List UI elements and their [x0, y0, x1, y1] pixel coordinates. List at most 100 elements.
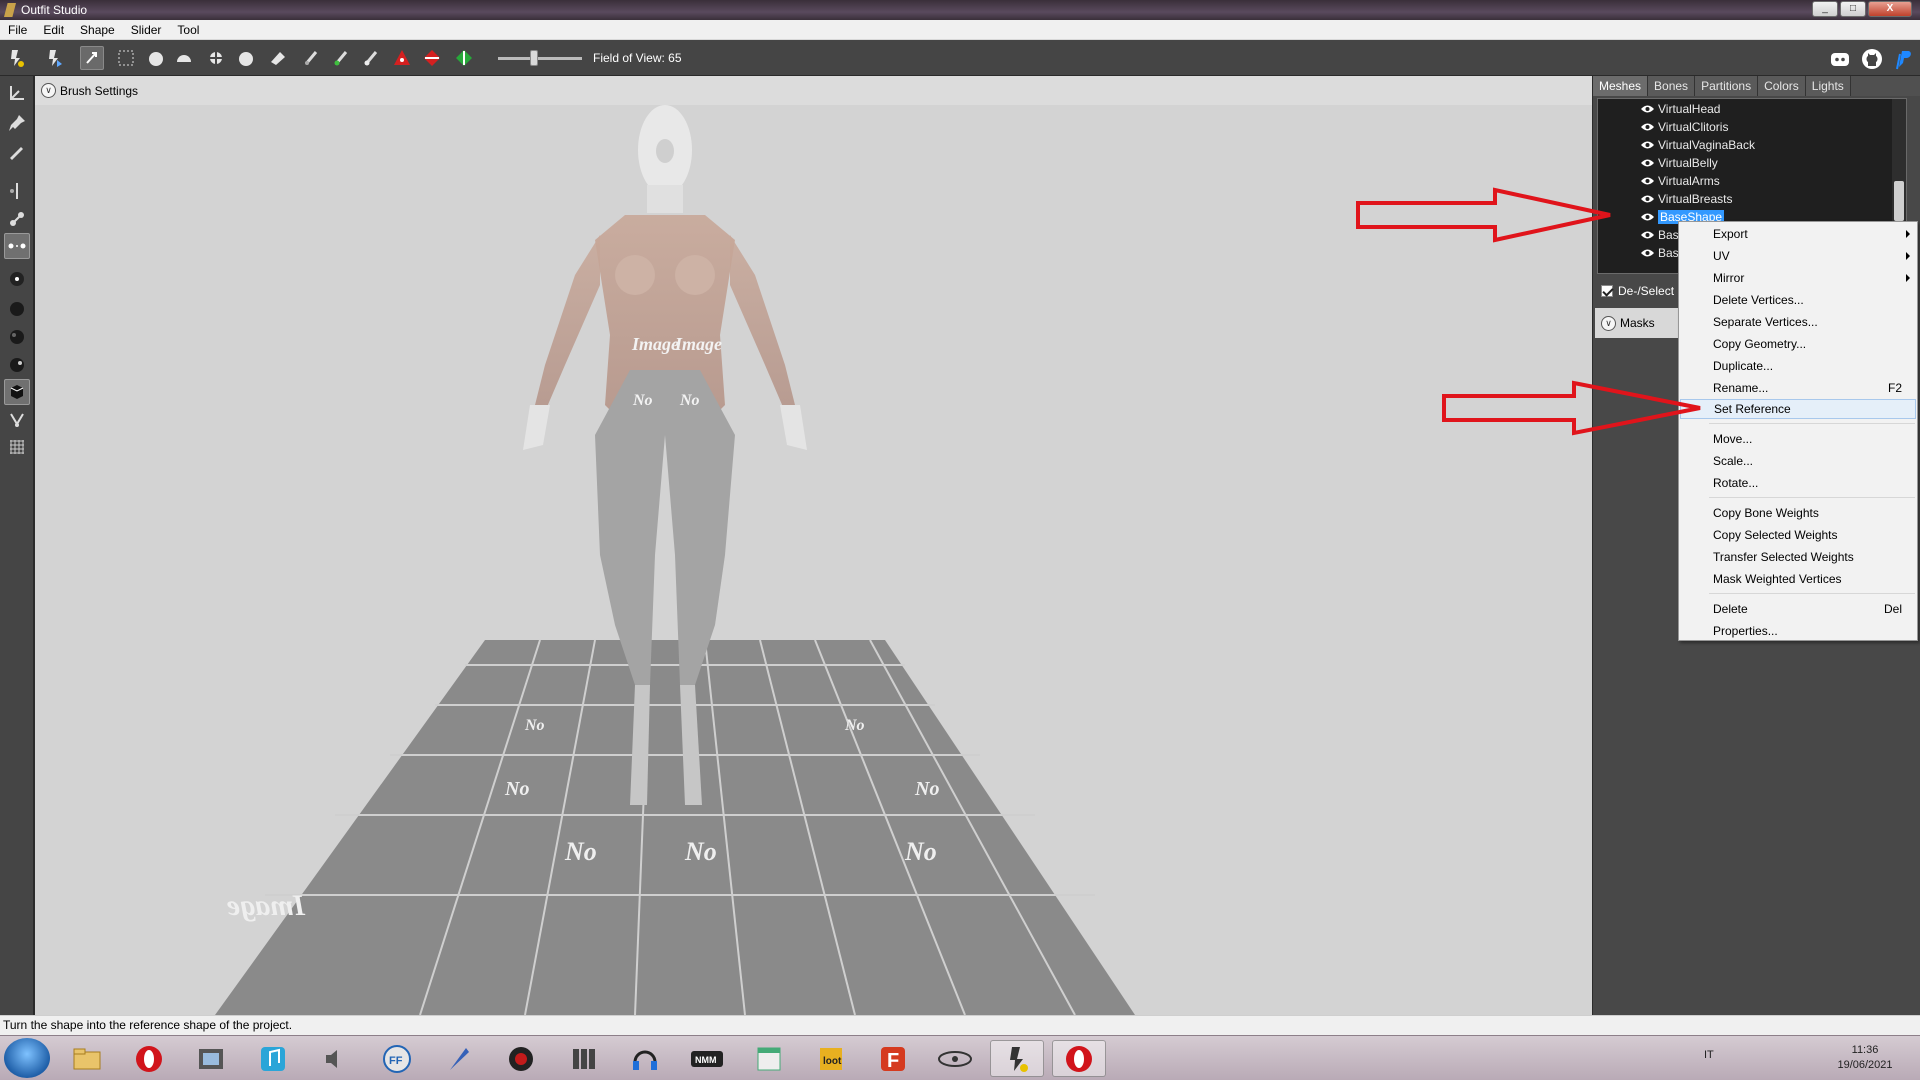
headphones-icon[interactable]	[618, 1040, 672, 1077]
deselect-checkbox[interactable]	[1601, 285, 1613, 297]
eye-icon[interactable]	[1640, 122, 1655, 132]
wire-sphere-icon[interactable]	[4, 324, 30, 350]
menu-file[interactable]: File	[0, 23, 35, 37]
menu-item-separate-vertices[interactable]: Separate Vertices...	[1680, 312, 1916, 332]
select-tool-icon[interactable]	[80, 46, 104, 70]
opera-taskbar-icon[interactable]	[1052, 1040, 1106, 1077]
transform-tool-icon[interactable]	[114, 46, 138, 70]
connected-only-icon[interactable]	[4, 206, 30, 232]
menu-item-mask-weighted-vertices[interactable]: Mask Weighted Vertices	[1680, 569, 1916, 589]
chevron-down-icon[interactable]: ∨	[41, 83, 56, 98]
media-player-icon[interactable]	[184, 1040, 238, 1077]
menu-item-delete-vertices[interactable]: Delete Vertices...	[1680, 290, 1916, 310]
grid-icon[interactable]	[4, 434, 30, 460]
menu-item-uv[interactable]: UV	[1680, 246, 1916, 266]
menu-item-move[interactable]: Move...	[1680, 429, 1916, 449]
eye-icon[interactable]	[1640, 230, 1655, 240]
menu-item-copy-selected-weights[interactable]: Copy Selected Weights	[1680, 525, 1916, 545]
clock[interactable]: 11:36 19/06/2021	[1830, 1043, 1900, 1073]
paypal-icon[interactable]	[1893, 48, 1915, 70]
mesh-item[interactable]: VirtualClitoris	[1640, 118, 1728, 136]
undiff-brush-icon[interactable]	[266, 46, 290, 70]
mesh-item[interactable]: VirtualHead	[1640, 100, 1720, 118]
menu-edit[interactable]: Edit	[35, 23, 72, 37]
github-icon[interactable]	[1861, 48, 1883, 70]
mesh-item[interactable]: VirtualVaginaBack	[1640, 136, 1755, 154]
menu-item-copy-bone-weights[interactable]: Copy Bone Weights	[1680, 503, 1916, 523]
split-edge-icon[interactable]	[452, 46, 476, 70]
bone-icon[interactable]	[4, 407, 30, 433]
deselect-checkbox-row[interactable]: De-/Select S	[1601, 284, 1685, 298]
alpha-brush-icon[interactable]	[360, 46, 384, 70]
window-app-icon[interactable]	[742, 1040, 796, 1077]
minimize-button[interactable]: _	[1812, 1, 1838, 17]
explorer-icon[interactable]	[60, 1040, 114, 1077]
menu-item-properties[interactable]: Properties...	[1680, 621, 1916, 641]
mask-brush-icon[interactable]	[144, 46, 168, 70]
menu-item-delete[interactable]: Delete Del	[1680, 599, 1916, 619]
f-app-icon[interactable]: F	[866, 1040, 920, 1077]
sphere-icon[interactable]	[4, 296, 30, 322]
load-outfit-icon[interactable]	[42, 46, 66, 70]
eye-icon[interactable]	[1640, 104, 1655, 114]
menu-item-mirror[interactable]: Mirror	[1680, 268, 1916, 288]
loot-icon[interactable]: loot	[804, 1040, 858, 1077]
mesh-item[interactable]: VirtualArms	[1640, 172, 1720, 190]
feather-icon[interactable]	[432, 1040, 486, 1077]
eye-icon[interactable]	[1640, 176, 1655, 186]
ffdec-icon[interactable]: FF	[370, 1040, 424, 1077]
move-brush-icon[interactable]	[204, 46, 228, 70]
mesh-item[interactable]: VirtualBreasts	[1640, 190, 1732, 208]
global-brush-icon[interactable]	[4, 233, 30, 259]
pin-icon[interactable]	[4, 110, 30, 136]
inflate-brush-icon[interactable]	[172, 46, 196, 70]
start-button[interactable]	[4, 1038, 50, 1078]
maximize-button[interactable]: □	[1840, 1, 1866, 17]
fov-slider-thumb[interactable]	[530, 50, 538, 66]
tab-bones[interactable]: Bones	[1648, 76, 1696, 96]
cube-icon[interactable]	[4, 379, 30, 405]
mirror-x-icon[interactable]	[4, 178, 30, 204]
menu-item-rename[interactable]: Rename... F2	[1680, 378, 1916, 398]
pen-icon[interactable]	[4, 138, 30, 164]
menu-slider[interactable]: Slider	[123, 23, 170, 37]
eye-icon[interactable]	[1640, 212, 1655, 222]
weight-brush-icon[interactable]	[300, 46, 324, 70]
axis-gizmo-icon[interactable]	[4, 80, 30, 106]
flip-edge-icon[interactable]	[420, 46, 444, 70]
discord-icon[interactable]	[1829, 48, 1851, 70]
eye-icon[interactable]	[1640, 194, 1655, 204]
close-button[interactable]: X	[1868, 1, 1912, 17]
outfit-studio-taskbar-icon[interactable]	[990, 1040, 1044, 1077]
eye-icon[interactable]	[1640, 248, 1655, 258]
menu-tool[interactable]: Tool	[169, 23, 207, 37]
menu-item-export[interactable]: Export	[1680, 224, 1916, 244]
nmm-icon[interactable]: NMM	[680, 1040, 734, 1077]
music-app-icon[interactable]	[246, 1040, 300, 1077]
language-indicator[interactable]: IT	[1704, 1049, 1714, 1061]
fov-slider-track[interactable]	[498, 57, 582, 60]
menu-item-scale[interactable]: Scale...	[1680, 451, 1916, 471]
vertex-select-icon[interactable]	[4, 266, 30, 292]
speaker-icon[interactable]	[308, 1040, 362, 1077]
chevron-down-icon[interactable]: ∨	[1601, 315, 1616, 331]
network-icon[interactable]	[556, 1040, 610, 1077]
tab-partitions[interactable]: Partitions	[1695, 76, 1759, 96]
3d-viewport[interactable]: ∨ Brush Settings Image No No No No No No…	[35, 76, 1592, 1015]
menu-item-set-reference[interactable]: Set Reference	[1680, 399, 1916, 419]
eye-icon[interactable]	[1640, 158, 1655, 168]
menu-shape[interactable]: Shape	[72, 23, 123, 37]
collapse-vertex-icon[interactable]	[390, 46, 414, 70]
tab-colors[interactable]: Colors	[1758, 76, 1806, 96]
tab-meshes[interactable]: Meshes	[1593, 76, 1649, 96]
menu-item-duplicate[interactable]: Duplicate...	[1680, 356, 1916, 376]
tab-lights[interactable]: Lights	[1805, 76, 1851, 96]
spider-icon[interactable]	[494, 1040, 548, 1077]
menu-item-rotate[interactable]: Rotate...	[1680, 473, 1916, 493]
reference-shape-icon[interactable]	[4, 46, 28, 70]
smooth-brush-icon[interactable]	[234, 46, 258, 70]
eye-icon[interactable]	[1640, 140, 1655, 150]
brush-settings-header[interactable]: ∨ Brush Settings	[35, 76, 1592, 105]
menu-item-transfer-selected-weights[interactable]: Transfer Selected Weights	[1680, 547, 1916, 567]
mesh-item[interactable]: VirtualBelly	[1640, 154, 1718, 172]
